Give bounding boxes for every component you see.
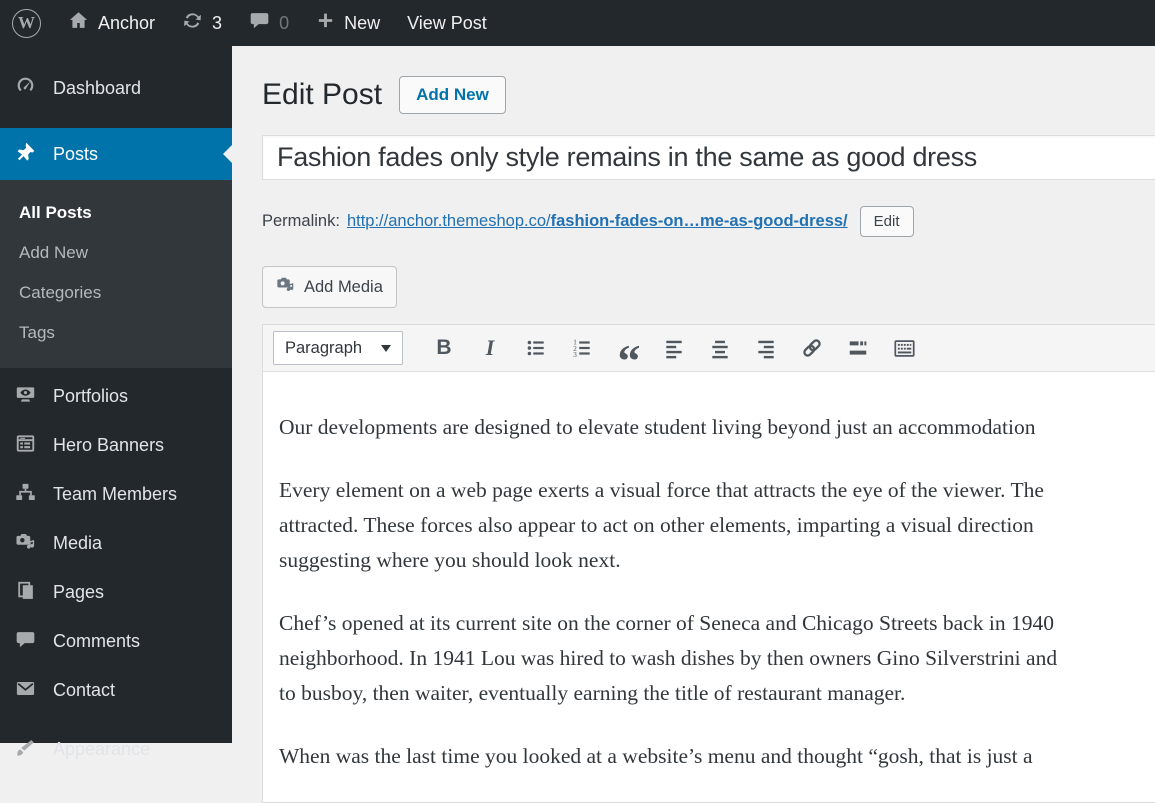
comment-bubble-icon xyxy=(249,10,270,36)
italic-button[interactable]: I xyxy=(470,331,510,365)
add-media-button[interactable]: Add Media xyxy=(262,266,397,308)
page-title: Edit Post xyxy=(262,78,382,113)
link-button[interactable] xyxy=(792,331,832,365)
portfolio-screen-icon xyxy=(15,384,36,410)
bulleted-list-button[interactable] xyxy=(516,331,556,365)
envelope-icon xyxy=(15,678,36,704)
permalink-link[interactable]: http://anchor.themeshop.co/fashion-fades… xyxy=(347,212,848,231)
paragraph-format-select[interactable]: Paragraph xyxy=(273,331,403,365)
editor-paragraph: Chef’s opened at its current site on the… xyxy=(279,606,1155,711)
link-icon xyxy=(801,337,823,359)
posts-submenu: All Posts Add New Categories Tags xyxy=(0,180,232,368)
align-right-button[interactable] xyxy=(746,331,786,365)
submenu-item-tags[interactable]: Tags xyxy=(0,313,232,353)
post-editor: Paragraph B I 123 “ Our developments are… xyxy=(262,324,1155,803)
permalink-label: Permalink: xyxy=(262,212,340,231)
comments-count: 0 xyxy=(279,13,289,34)
media-icon xyxy=(276,275,295,299)
italic-icon: I xyxy=(486,335,495,361)
sidebar-item-portfolios[interactable]: Portfolios xyxy=(0,372,232,421)
stacked-pages-icon xyxy=(15,580,36,606)
caret-down-icon xyxy=(381,345,391,352)
sidebar-item-appearance[interactable]: Appearance xyxy=(0,725,232,774)
comments-link[interactable]: 0 xyxy=(249,10,289,36)
main-content: Edit Post Add New Permalink: http://anch… xyxy=(232,46,1155,743)
editor-content-area[interactable]: Our developments are designed to elevate… xyxy=(263,372,1155,774)
keyboard-icon xyxy=(893,337,916,360)
editor-paragraph: Our developments are designed to elevate… xyxy=(279,410,1155,445)
home-icon xyxy=(68,10,89,36)
sidebar-item-hero-banners[interactable]: Hero Banners xyxy=(0,421,232,470)
table-grid-icon xyxy=(15,433,36,459)
permalink-row: Permalink: http://anchor.themeshop.co/fa… xyxy=(262,206,1155,237)
submenu-item-categories[interactable]: Categories xyxy=(0,273,232,313)
align-center-icon xyxy=(709,337,731,359)
paintbrush-icon xyxy=(15,737,36,763)
editor-toolbar: Paragraph B I 123 “ xyxy=(263,325,1155,372)
align-left-icon xyxy=(663,337,685,359)
add-new-button[interactable]: Add New xyxy=(399,76,506,114)
post-title-input[interactable] xyxy=(262,135,1155,180)
blockquote-button[interactable]: “ xyxy=(608,331,648,365)
sidebar-item-media[interactable]: Media xyxy=(0,519,232,568)
sidebar-item-comments[interactable]: Comments xyxy=(0,617,232,666)
admin-bar: W Anchor 3 0 New View Post xyxy=(0,0,1155,46)
sidebar-item-team-members[interactable]: Team Members xyxy=(0,470,232,519)
numbered-list-button[interactable]: 123 xyxy=(562,331,602,365)
sidebar-item-pages[interactable]: Pages xyxy=(0,568,232,617)
svg-text:3: 3 xyxy=(573,351,577,359)
toolbar-toggle-button[interactable] xyxy=(884,331,924,365)
sidebar-item-dashboard[interactable]: Dashboard xyxy=(0,64,232,112)
plus-icon xyxy=(316,11,335,35)
editor-paragraph: When was the last time you looked at a w… xyxy=(279,739,1155,774)
align-left-button[interactable] xyxy=(654,331,694,365)
speech-bubble-icon xyxy=(15,629,36,655)
new-label: New xyxy=(344,13,380,34)
bulleted-list-icon xyxy=(525,337,547,359)
updates-link[interactable]: 3 xyxy=(182,10,222,36)
admin-sidebar: Dashboard Posts All Posts Add New Catego… xyxy=(0,46,232,743)
view-post-link[interactable]: View Post xyxy=(407,13,487,34)
editor-paragraph: Every element on a web page exerts a vis… xyxy=(279,473,1155,578)
camera-note-icon xyxy=(15,531,36,557)
insert-more-tag-button[interactable] xyxy=(838,331,878,365)
more-tag-icon xyxy=(847,337,869,359)
align-center-button[interactable] xyxy=(700,331,740,365)
bold-button[interactable]: B xyxy=(424,331,464,365)
sidebar-item-posts[interactable]: Posts xyxy=(0,128,232,180)
updates-count: 3 xyxy=(212,13,222,34)
org-chart-icon xyxy=(15,482,36,508)
site-name: Anchor xyxy=(98,13,155,34)
new-content-link[interactable]: New xyxy=(316,11,380,35)
sidebar-item-contact[interactable]: Contact xyxy=(0,666,232,715)
submenu-item-add-new[interactable]: Add New xyxy=(0,233,232,273)
bold-icon: B xyxy=(436,336,451,360)
pushpin-icon xyxy=(15,141,36,167)
dashboard-icon xyxy=(15,75,36,101)
permalink-slug: fashion-fades-on…me-as-good-dress/ xyxy=(551,212,848,230)
wordpress-logo-icon[interactable]: W xyxy=(12,9,41,38)
numbered-list-icon: 123 xyxy=(571,337,593,359)
submenu-item-all-posts[interactable]: All Posts xyxy=(0,193,232,233)
edit-permalink-button[interactable]: Edit xyxy=(860,206,914,237)
site-link[interactable]: Anchor xyxy=(68,10,155,36)
align-right-icon xyxy=(755,337,777,359)
update-icon xyxy=(182,10,203,36)
